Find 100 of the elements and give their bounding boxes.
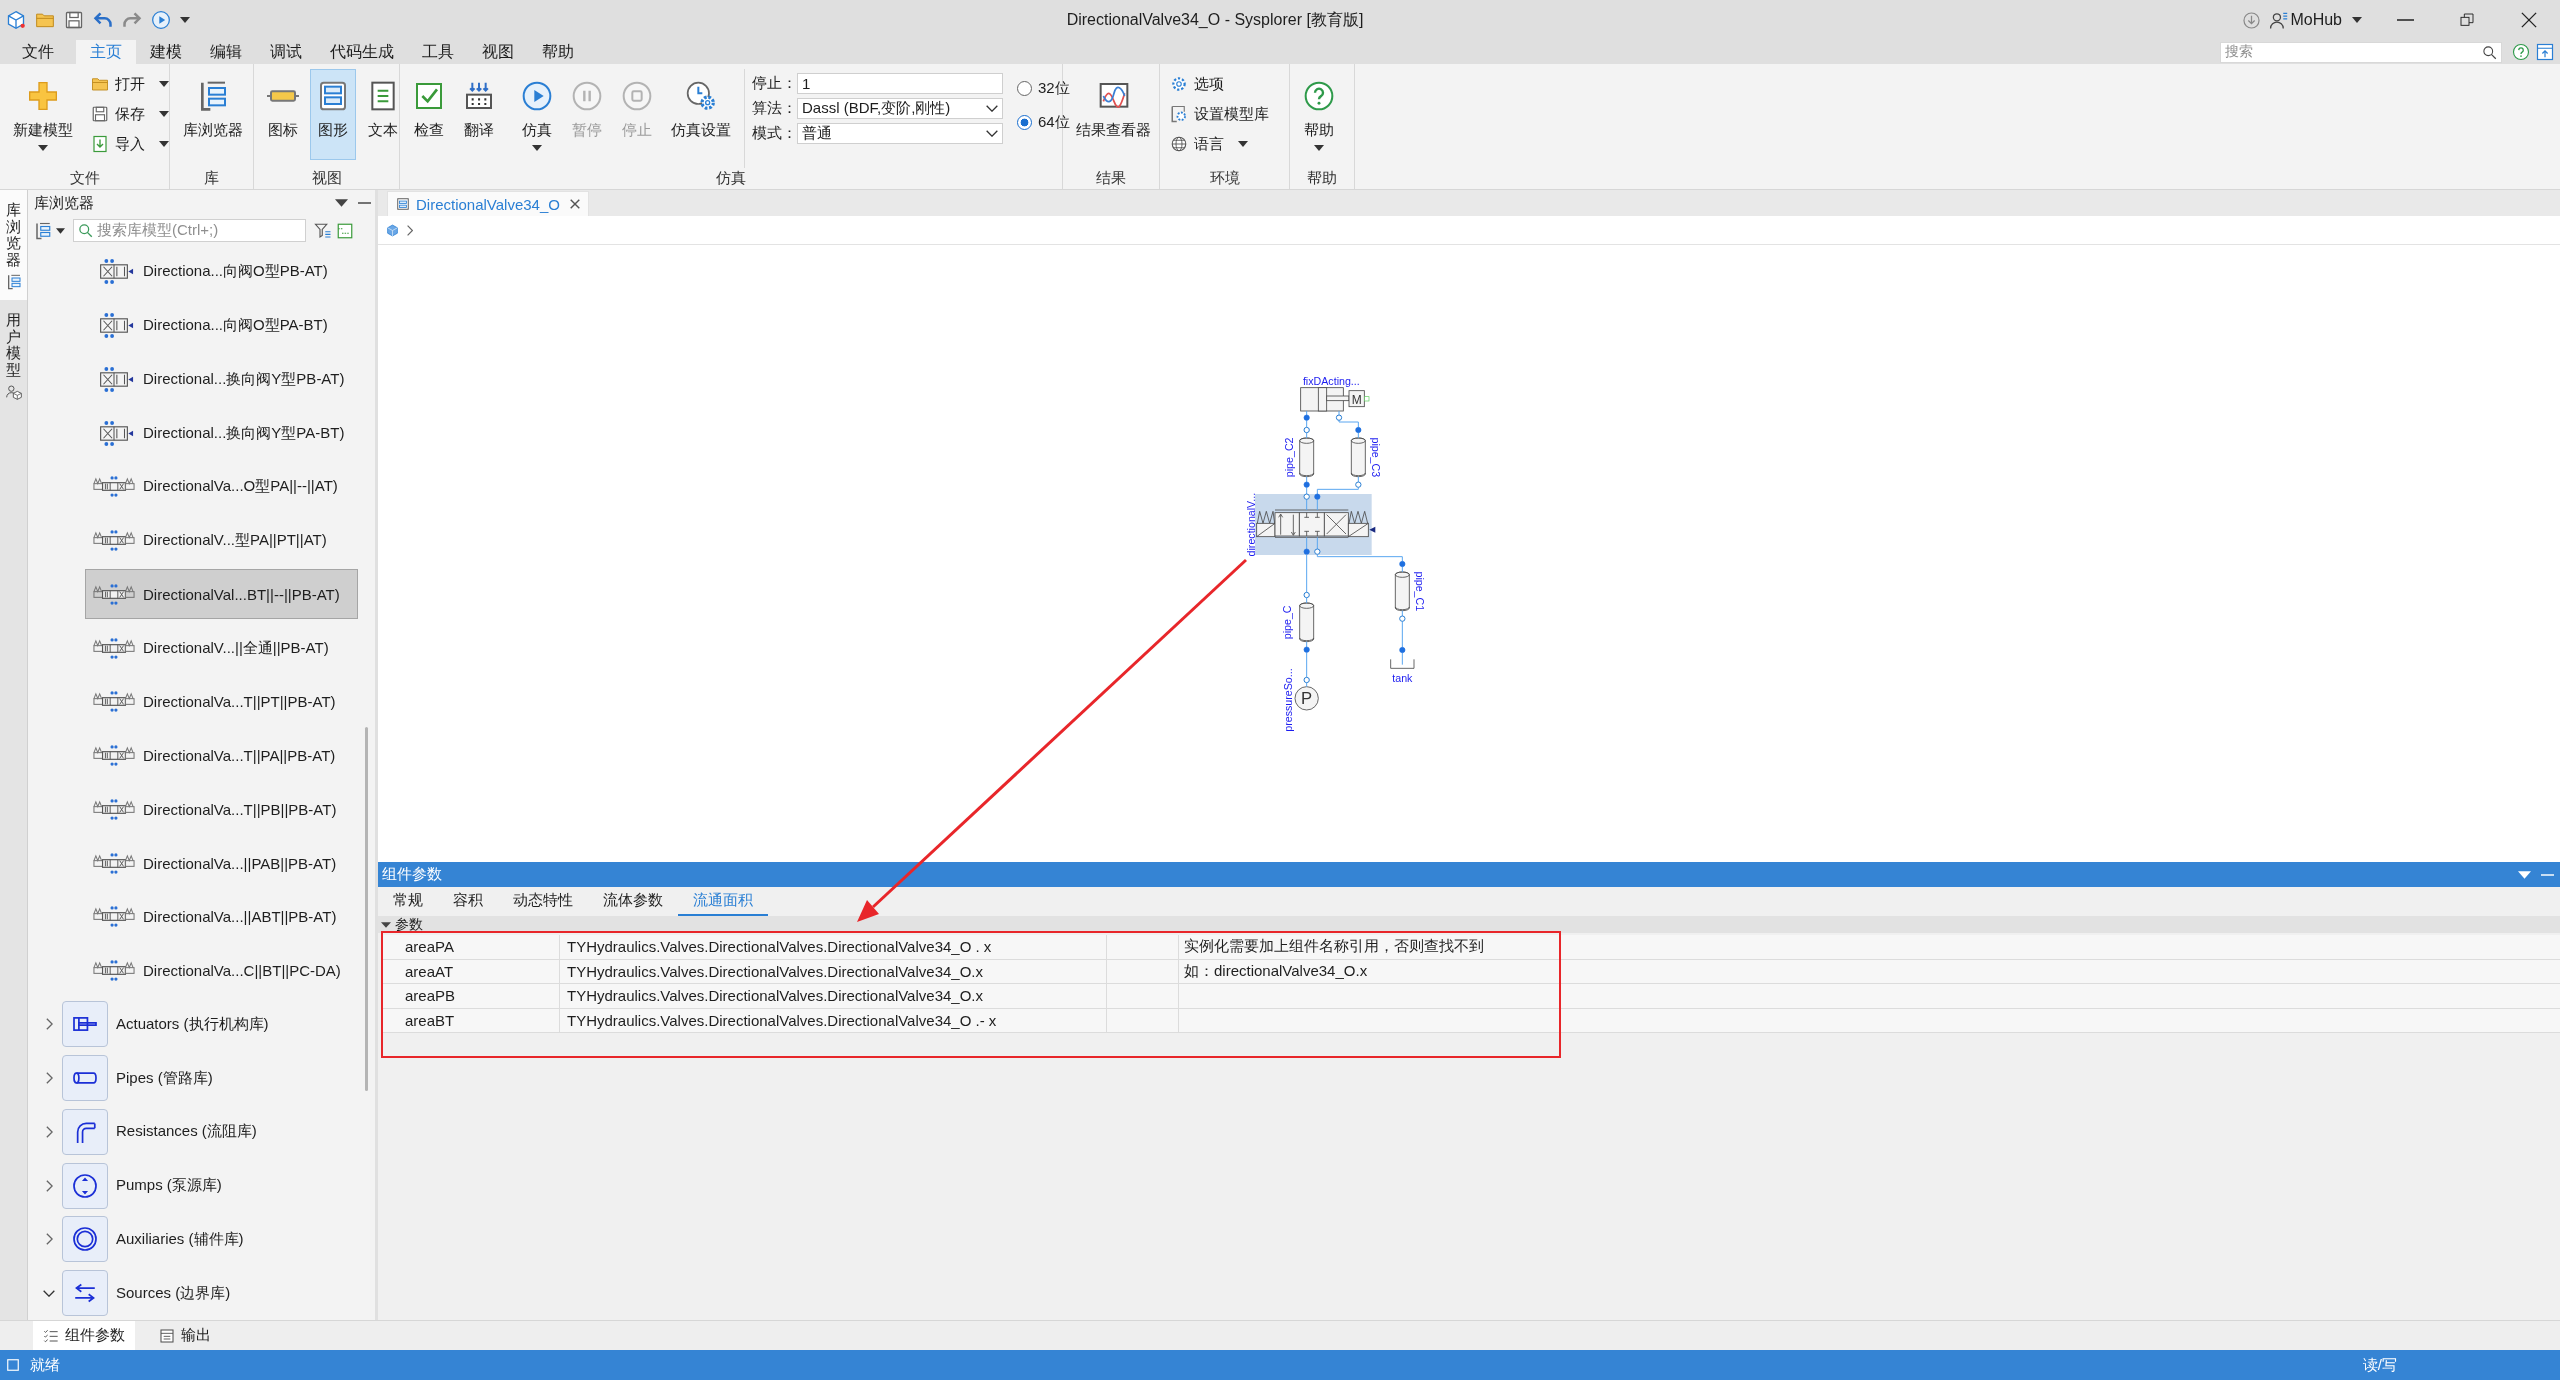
caret-down-icon[interactable]: [180, 17, 190, 23]
parameter-value-field[interactable]: TYHydraulics.Valves.DirectionalValves.DirectionalValve34_O .- x: [560, 1008, 1107, 1032]
filter-icon[interactable]: [314, 221, 332, 240]
menu-tab[interactable]: 调试: [256, 40, 316, 64]
side-tab[interactable]: 用户模型: [0, 300, 27, 410]
menu-tab[interactable]: 工具: [408, 40, 468, 64]
chevron-right-icon[interactable]: [45, 1233, 53, 1246]
ribbon-group-label: 库: [203, 168, 220, 188]
ribbon-button[interactable]: 仿真: [514, 69, 560, 160]
library-item[interactable]: Directional...换向阀Y型PB-AT): [85, 354, 358, 405]
cube-logo-icon[interactable]: [6, 10, 26, 30]
library-item[interactable]: Directiona...向阀O型PA-BT): [85, 300, 358, 351]
library-item[interactable]: Directiona...向阀O型PB-AT): [85, 246, 358, 297]
library-package[interactable]: Actuators (执行机构库): [28, 997, 375, 1052]
ribbon-button[interactable]: 结果查看器: [1069, 69, 1158, 160]
ribbon-button[interactable]: 图形: [310, 69, 356, 160]
ribbon-button[interactable]: 打开: [89, 69, 171, 99]
ribbon-button[interactable]: 翻译: [456, 69, 502, 160]
chevron-right-icon[interactable]: [45, 1018, 53, 1031]
library-item[interactable]: DirectionalVa...O型PA||--||AT): [85, 461, 358, 512]
ribbon-button[interactable]: 导入: [89, 129, 171, 159]
component-bar-icon: [267, 90, 299, 102]
library-item[interactable]: DirectionalV...型PA||PT||AT): [85, 515, 358, 566]
ribbon-button[interactable]: 语言: [1168, 129, 1271, 159]
cube-icon[interactable]: [386, 223, 399, 237]
triangle-down-icon[interactable]: [380, 921, 391, 928]
ribbon-button[interactable]: 文本: [360, 69, 406, 160]
library-item[interactable]: DirectionalVa...T||PB||PB-AT): [85, 784, 358, 835]
library-item[interactable]: Directional...换向阀Y型PA-BT): [85, 408, 358, 459]
parameter-value-field[interactable]: TYHydraulics.Valves.DirectionalValves.DirectionalValve34_O . x: [560, 935, 1107, 959]
stacked-blocks-icon[interactable]: [34, 221, 52, 240]
user-icon[interactable]: [2269, 10, 2289, 30]
valve-symbol[interactable]: [1255, 493, 1376, 555]
library-item[interactable]: DirectionalVa...T||PT||PB-AT): [85, 676, 358, 727]
close-icon[interactable]: [569, 199, 580, 209]
input-field[interactable]: 1: [797, 72, 1003, 94]
ribbon-button[interactable]: 保存: [89, 99, 171, 129]
ribbon-button[interactable]: 选项: [1168, 69, 1271, 99]
library-package[interactable]: Resistances (流阻库): [28, 1105, 375, 1159]
dropdown-field[interactable]: 普通: [797, 122, 1003, 144]
bottom-tab[interactable]: 输出: [149, 1321, 221, 1350]
chevron-right-icon[interactable]: [45, 1125, 53, 1138]
chevron-right-icon[interactable]: [45, 1072, 53, 1085]
pipe-symbol[interactable]: [1299, 426, 1315, 488]
triangle-down-icon[interactable]: [2518, 870, 2531, 879]
menu-tab[interactable]: 建模: [136, 40, 196, 64]
ribbon-button[interactable]: 新建模型: [6, 69, 80, 160]
dropdown-field[interactable]: Dassl (BDF,变阶,刚性): [797, 97, 1003, 119]
radio-option[interactable]: 32位: [1017, 77, 1070, 99]
chevron-right-icon[interactable]: [407, 224, 413, 236]
ribbon-button[interactable]: 设置模型库: [1168, 99, 1271, 129]
menu-tab[interactable]: 视图: [468, 40, 528, 64]
library-package[interactable]: Sources (边界库): [28, 1266, 375, 1320]
tank-symbol[interactable]: [1390, 647, 1415, 669]
caret-down-icon[interactable]: [2352, 17, 2362, 23]
caret-down-icon[interactable]: [56, 227, 65, 234]
play-icon[interactable]: [151, 10, 171, 30]
pipe-symbol[interactable]: [1350, 427, 1366, 488]
library-item[interactable]: DirectionalVal...BT||--||PB-AT): [85, 569, 358, 620]
ribbon-button[interactable]: 仿真设置: [664, 69, 738, 160]
bottom-tab[interactable]: 组件参数: [33, 1321, 135, 1350]
side-tab[interactable]: 库浏览器: [0, 190, 27, 300]
library-item[interactable]: DirectionalV...||全通||PB-AT): [85, 623, 358, 674]
radio-option[interactable]: 64位: [1017, 111, 1070, 133]
ribbon-button[interactable]: 帮助: [1296, 69, 1342, 160]
parameter-value-field[interactable]: TYHydraulics.Valves.DirectionalValves.DirectionalValve34_O.x: [560, 984, 1107, 1008]
ribbon-button[interactable]: 检查: [406, 69, 452, 160]
scrollbar[interactable]: [365, 727, 368, 1091]
parameter-tab[interactable]: 容积: [438, 887, 498, 916]
library-package[interactable]: Auxiliaries (辅件库): [28, 1212, 375, 1267]
parameter-value-field[interactable]: TYHydraulics.Valves.DirectionalValves.DirectionalValve34_O.x: [560, 959, 1107, 983]
chevron-down-icon[interactable]: [43, 1289, 55, 1297]
dashed-box-icon[interactable]: [336, 221, 354, 240]
pipe-symbol[interactable]: [1299, 591, 1315, 653]
redo-icon[interactable]: [122, 10, 142, 30]
library-item[interactable]: DirectionalVa...||PAB||PB-AT): [85, 838, 358, 889]
library-item[interactable]: DirectionalVa...C||BT||PC-DA): [85, 945, 358, 996]
parameter-tab[interactable]: 动态特性: [498, 887, 588, 916]
library-package[interactable]: Pipes (管路库): [28, 1051, 375, 1105]
help-icon[interactable]: [2512, 43, 2530, 61]
library-item[interactable]: DirectionalVa...||ABT||PB-AT): [85, 891, 358, 942]
menu-tab[interactable]: 主页: [76, 40, 136, 64]
library-item[interactable]: DirectionalVa...T||PA||PB-AT): [85, 730, 358, 781]
download-icon[interactable]: [2242, 10, 2262, 30]
menu-tab[interactable]: 编辑: [196, 40, 256, 64]
triangle-down-icon[interactable]: [335, 199, 348, 207]
ribbon-group-label: 帮助: [1306, 168, 1338, 188]
menu-tab[interactable]: 文件: [0, 40, 76, 64]
chevron-right-icon[interactable]: [45, 1179, 53, 1192]
menu-tab[interactable]: 代码生成: [316, 40, 408, 64]
undo-icon[interactable]: [93, 10, 113, 30]
library-package[interactable]: Pumps (泵源库): [28, 1158, 375, 1213]
menu-tab[interactable]: 帮助: [528, 40, 588, 64]
document-tab[interactable]: DirectionalValve34_O: [387, 191, 589, 216]
parameter-tab[interactable]: 流体参数: [588, 887, 678, 916]
user-name[interactable]: MoHub: [2290, 11, 2342, 29]
pipe-symbol[interactable]: [1394, 561, 1410, 622]
ribbon-button[interactable]: 库浏览器: [176, 69, 250, 160]
parameter-tab[interactable]: 常规: [378, 887, 438, 916]
ribbon-button[interactable]: 图标: [260, 69, 306, 160]
